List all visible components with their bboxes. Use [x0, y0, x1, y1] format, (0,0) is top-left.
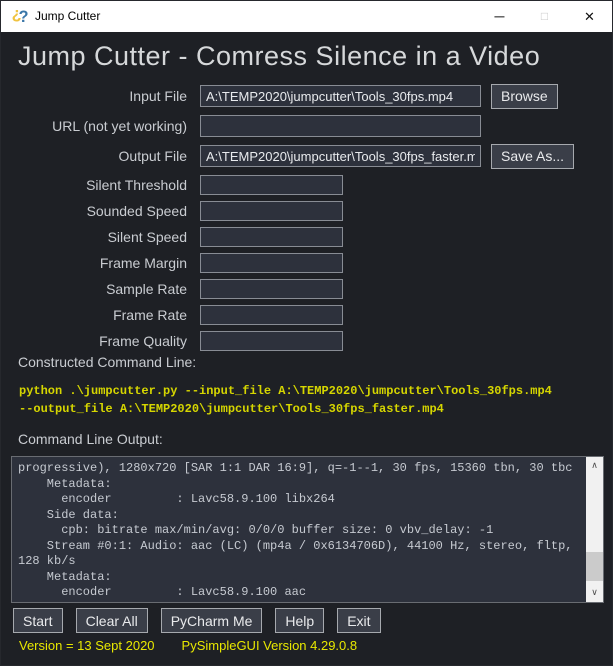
command-output-box: progressive), 1280x720 [SAR 1:1 DAR 16:9…	[11, 456, 604, 603]
app-window: ? ? Jump Cutter ─ □ ✕ Jump Cutter - Comr…	[0, 0, 613, 666]
clear-all-button[interactable]: Clear All	[76, 608, 148, 633]
save-as-button[interactable]: Save As...	[491, 144, 574, 169]
page-title: Jump Cutter - Comress Silence in a Video	[18, 41, 540, 72]
svg-text:?: ?	[19, 8, 29, 26]
sounded-speed-row: Sounded Speed	[1, 201, 612, 221]
form: Input File Browse URL (not yet working) …	[1, 85, 612, 357]
frame-margin-label: Frame Margin	[1, 255, 187, 271]
silent-speed-label: Silent Speed	[1, 229, 187, 245]
version-text: Version = 13 Sept 2020	[19, 638, 155, 653]
sample-rate-row: Sample Rate	[1, 279, 612, 299]
url-label: URL (not yet working)	[1, 118, 187, 134]
exit-button[interactable]: Exit	[337, 608, 380, 633]
scroll-down-icon[interactable]: ∨	[586, 585, 603, 601]
sample-rate-field[interactable]	[200, 279, 343, 299]
frame-quality-label: Frame Quality	[1, 333, 187, 349]
frame-rate-field[interactable]	[200, 305, 343, 325]
sounded-speed-label: Sounded Speed	[1, 203, 187, 219]
frame-margin-row: Frame Margin	[1, 253, 612, 273]
action-button-row: Start Clear All PyCharm Me Help Exit	[13, 608, 381, 633]
minimize-icon[interactable]: ─	[477, 1, 522, 32]
titlebar: ? ? Jump Cutter ─ □ ✕	[1, 1, 612, 32]
output-file-field[interactable]	[200, 145, 481, 167]
output-file-row: Output File Save As...	[1, 145, 612, 167]
frame-quality-field[interactable]	[200, 331, 343, 351]
scroll-up-icon[interactable]: ∧	[586, 458, 603, 474]
silent-threshold-label: Silent Threshold	[1, 177, 187, 193]
window-title: Jump Cutter	[35, 1, 100, 32]
frame-quality-row: Frame Quality	[1, 331, 612, 351]
frame-rate-label: Frame Rate	[1, 307, 187, 323]
input-file-label: Input File	[1, 88, 187, 104]
start-button[interactable]: Start	[13, 608, 63, 633]
sample-rate-label: Sample Rate	[1, 281, 187, 297]
pysimplegui-version-text: PySimpleGUI Version 4.29.0.8	[182, 638, 358, 653]
pycharm-me-button[interactable]: PyCharm Me	[161, 608, 263, 633]
vertical-scrollbar[interactable]: ∧ ∨	[586, 457, 603, 602]
silent-threshold-field[interactable]	[200, 175, 343, 195]
maximize-icon: □	[522, 1, 567, 32]
command-output-label: Command Line Output:	[18, 431, 163, 447]
silent-speed-field[interactable]	[200, 227, 343, 247]
close-icon[interactable]: ✕	[567, 1, 612, 32]
output-file-label: Output File	[1, 148, 187, 164]
input-file-row: Input File Browse	[1, 85, 612, 107]
scrollbar-thumb[interactable]	[586, 552, 603, 581]
app-icon: ? ?	[11, 7, 30, 26]
command-output-text: progressive), 1280x720 [SAR 1:1 DAR 16:9…	[12, 457, 586, 602]
frame-margin-field[interactable]	[200, 253, 343, 273]
silent-threshold-row: Silent Threshold	[1, 175, 612, 195]
url-row: URL (not yet working)	[1, 115, 612, 137]
help-button[interactable]: Help	[275, 608, 324, 633]
browse-button[interactable]: Browse	[491, 84, 558, 109]
constructed-command-label: Constructed Command Line:	[18, 354, 196, 370]
constructed-command-text: python .\jumpcutter.py --input_file A:\T…	[19, 382, 599, 418]
url-field[interactable]	[200, 115, 481, 137]
status-bar: Version = 13 Sept 2020 PySimpleGUI Versi…	[19, 638, 357, 653]
input-file-field[interactable]	[200, 85, 481, 107]
frame-rate-row: Frame Rate	[1, 305, 612, 325]
silent-speed-row: Silent Speed	[1, 227, 612, 247]
sounded-speed-field[interactable]	[200, 201, 343, 221]
